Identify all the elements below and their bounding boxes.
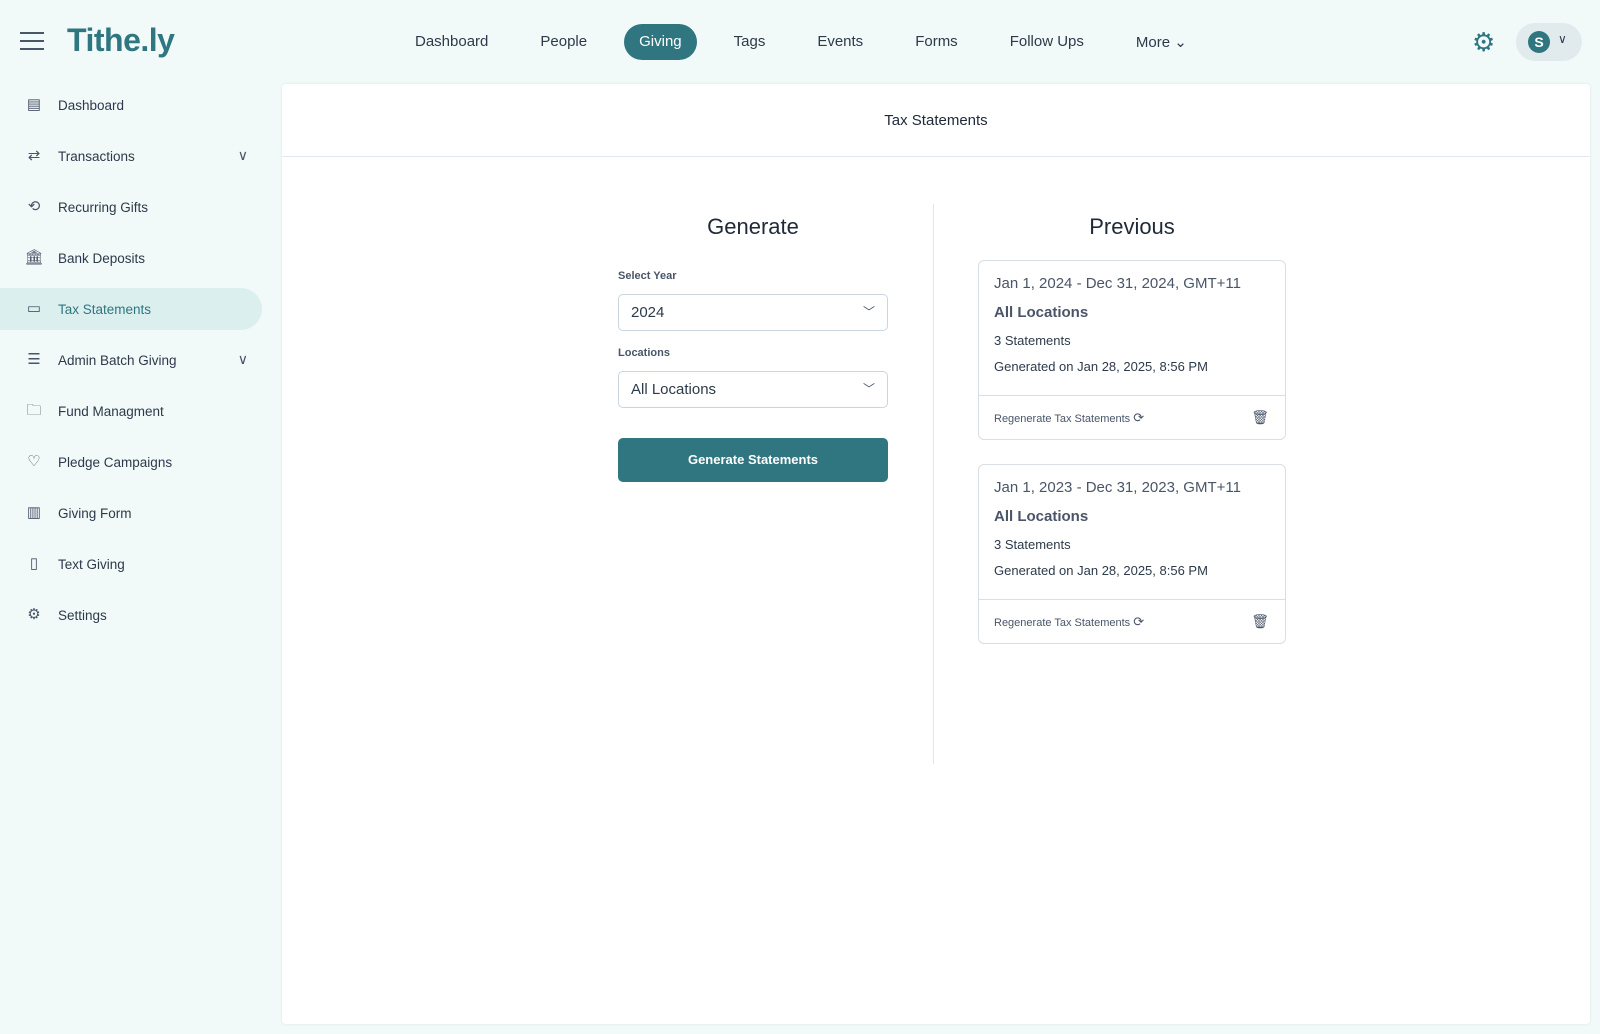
nav-giving[interactable]: Giving: [624, 24, 697, 60]
generated-date: Generated on Jan 28, 2025, 8:56 PM: [994, 359, 1208, 374]
refresh-icon: ⟳: [1133, 409, 1145, 425]
sidebar-item-label: Recurring Gifts: [58, 199, 149, 215]
main-nav: Dashboard People Giving Tags Events Form…: [400, 24, 1224, 60]
avatar: S: [1528, 31, 1550, 53]
trash-icon[interactable]: 🗑: [1251, 409, 1269, 426]
year-label: Select Year: [618, 270, 677, 282]
sidebar-item-giving-form[interactable]: ▥ Giving Form: [0, 492, 262, 534]
regenerate-link[interactable]: Regenerate Tax Statements ⟳: [994, 410, 1144, 426]
generate-heading: Generate: [707, 214, 799, 239]
sidebar-item-admin-batch-giving[interactable]: ☰ Admin Batch Giving ∨: [0, 339, 262, 381]
chevron-down-icon: ﹀: [862, 382, 875, 396]
generated-date: Generated on Jan 28, 2025, 8:56 PM: [994, 563, 1208, 578]
sidebar-item-label: Bank Deposits: [58, 250, 146, 266]
sidebar-item-tax-statements[interactable]: ▭ Tax Statements: [0, 288, 262, 330]
nav-more[interactable]: More ⌄: [1121, 24, 1202, 60]
user-menu[interactable]: S ∨: [1516, 23, 1582, 61]
sidebar: ▤ Dashboard ⇄ Transactions ∨ ⟲ Recurring Gifts…: [0, 84, 270, 645]
sidebar-item-pledge-campaigns[interactable]: ♡ Pledge Campaigns: [0, 441, 262, 483]
year-select[interactable]: 2024 ﹀: [618, 294, 888, 331]
sidebar-item-label: Pledge Campaigns: [58, 454, 173, 470]
generate-statements-button[interactable]: Generate Statements: [618, 438, 888, 482]
sidebar-item-dashboard[interactable]: ▤ Dashboard: [0, 84, 262, 126]
main-panel: Tax Statements Generate Select Year 2024…: [282, 84, 1590, 1024]
sidebar-item-fund-managment[interactable]: 🗀 Fund Managment: [0, 390, 262, 432]
location: All Locations: [994, 304, 1089, 321]
admin-batch-giving-icon: ☰: [27, 351, 41, 368]
nav-dashboard[interactable]: Dashboard: [400, 24, 503, 60]
chevron-down-icon[interactable]: ∨: [238, 147, 248, 164]
previous-section: Previous Jan 1, 2024 - Dec 31, 2024, GMT…: [978, 214, 1286, 668]
logo[interactable]: Tithe.ly: [67, 22, 175, 59]
chevron-down-icon: ⌄: [1174, 34, 1187, 51]
generate-section: Generate Select Year 2024 ﹀ Locations All…: [618, 214, 888, 482]
sidebar-item-bank-deposits[interactable]: 🏛 Bank Deposits: [0, 237, 262, 279]
sidebar-item-label: Settings: [58, 607, 107, 623]
menu-icon[interactable]: [20, 32, 44, 50]
refresh-icon: ⟳: [1133, 613, 1145, 629]
chevron-down-icon[interactable]: ∨: [238, 351, 248, 368]
locations-value: All Locations: [631, 381, 717, 398]
trash-icon[interactable]: 🗑: [1251, 613, 1269, 630]
regenerate-label: Regenerate Tax Statements: [994, 616, 1131, 629]
text-giving-icon: ▯: [29, 555, 39, 572]
year-value: 2024: [631, 304, 665, 321]
date-range: Jan 1, 2024 - Dec 31, 2024, GMT+11: [994, 275, 1241, 292]
transactions-icon: ⇄: [27, 147, 41, 164]
date-range: Jan 1, 2023 - Dec 31, 2023, GMT+11: [994, 479, 1241, 496]
sidebar-item-label: Dashboard: [58, 97, 125, 113]
chevron-down-icon: ﹀: [862, 305, 875, 319]
sidebar-item-label: Admin Batch Giving: [58, 352, 177, 368]
sidebar-item-transactions[interactable]: ⇄ Transactions ∨: [0, 135, 262, 177]
sidebar-item-recurring-gifts[interactable]: ⟲ Recurring Gifts: [0, 186, 262, 228]
sidebar-item-settings[interactable]: ⚙ Settings: [0, 594, 262, 636]
chevron-down-icon: ∨: [1558, 32, 1567, 46]
regenerate-link[interactable]: Regenerate Tax Statements ⟳: [994, 614, 1144, 630]
divider: [933, 204, 934, 764]
sidebar-item-label: Giving Form: [58, 505, 132, 521]
nav-more-label: More: [1135, 34, 1171, 51]
sidebar-item-label: Transactions: [58, 148, 135, 164]
locations-label: Locations: [618, 347, 670, 359]
nav-tags[interactable]: Tags: [719, 24, 781, 60]
dashboard-icon: ▤: [26, 96, 42, 113]
statement-count: 3 Statements: [994, 537, 1071, 552]
regenerate-label: Regenerate Tax Statements: [994, 412, 1131, 425]
tax-statements-icon: ▭: [26, 300, 42, 317]
nav-events[interactable]: Events: [802, 24, 878, 60]
pledge-campaigns-icon: ♡: [27, 453, 41, 470]
settings-icon: ⚙: [27, 606, 41, 623]
statement-card: Jan 1, 2024 - Dec 31, 2024, GMT+11 All Lo…: [978, 260, 1286, 440]
sidebar-item-label: Fund Managment: [58, 403, 164, 419]
fund-managment-icon: 🗀: [26, 402, 42, 419]
location: All Locations: [994, 508, 1089, 525]
statement-count: 3 Statements: [994, 333, 1071, 348]
top-bar: Tithe.ly Dashboard People Giving Tags Ev…: [0, 0, 1600, 84]
bank-deposits-icon: 🏛: [24, 249, 44, 266]
locations-select[interactable]: All Locations ﹀: [618, 371, 888, 408]
sidebar-item-text-giving[interactable]: ▯ Text Giving: [0, 543, 262, 585]
sidebar-item-label: Text Giving: [58, 556, 125, 572]
statement-card: Jan 1, 2023 - Dec 31, 2023, GMT+11 All Lo…: [978, 464, 1286, 644]
recurring-gifts-icon: ⟲: [27, 198, 41, 215]
nav-follow-ups[interactable]: Follow Ups: [995, 24, 1099, 60]
previous-heading: Previous: [1089, 214, 1175, 239]
sidebar-item-label: Tax Statements: [58, 301, 152, 317]
page-title: Tax Statements: [282, 84, 1590, 157]
nav-forms[interactable]: Forms: [900, 24, 973, 60]
giving-form-icon: ▥: [26, 504, 42, 521]
settings-gear-icon[interactable]: ⚙: [1472, 28, 1500, 56]
nav-people[interactable]: People: [525, 24, 602, 60]
